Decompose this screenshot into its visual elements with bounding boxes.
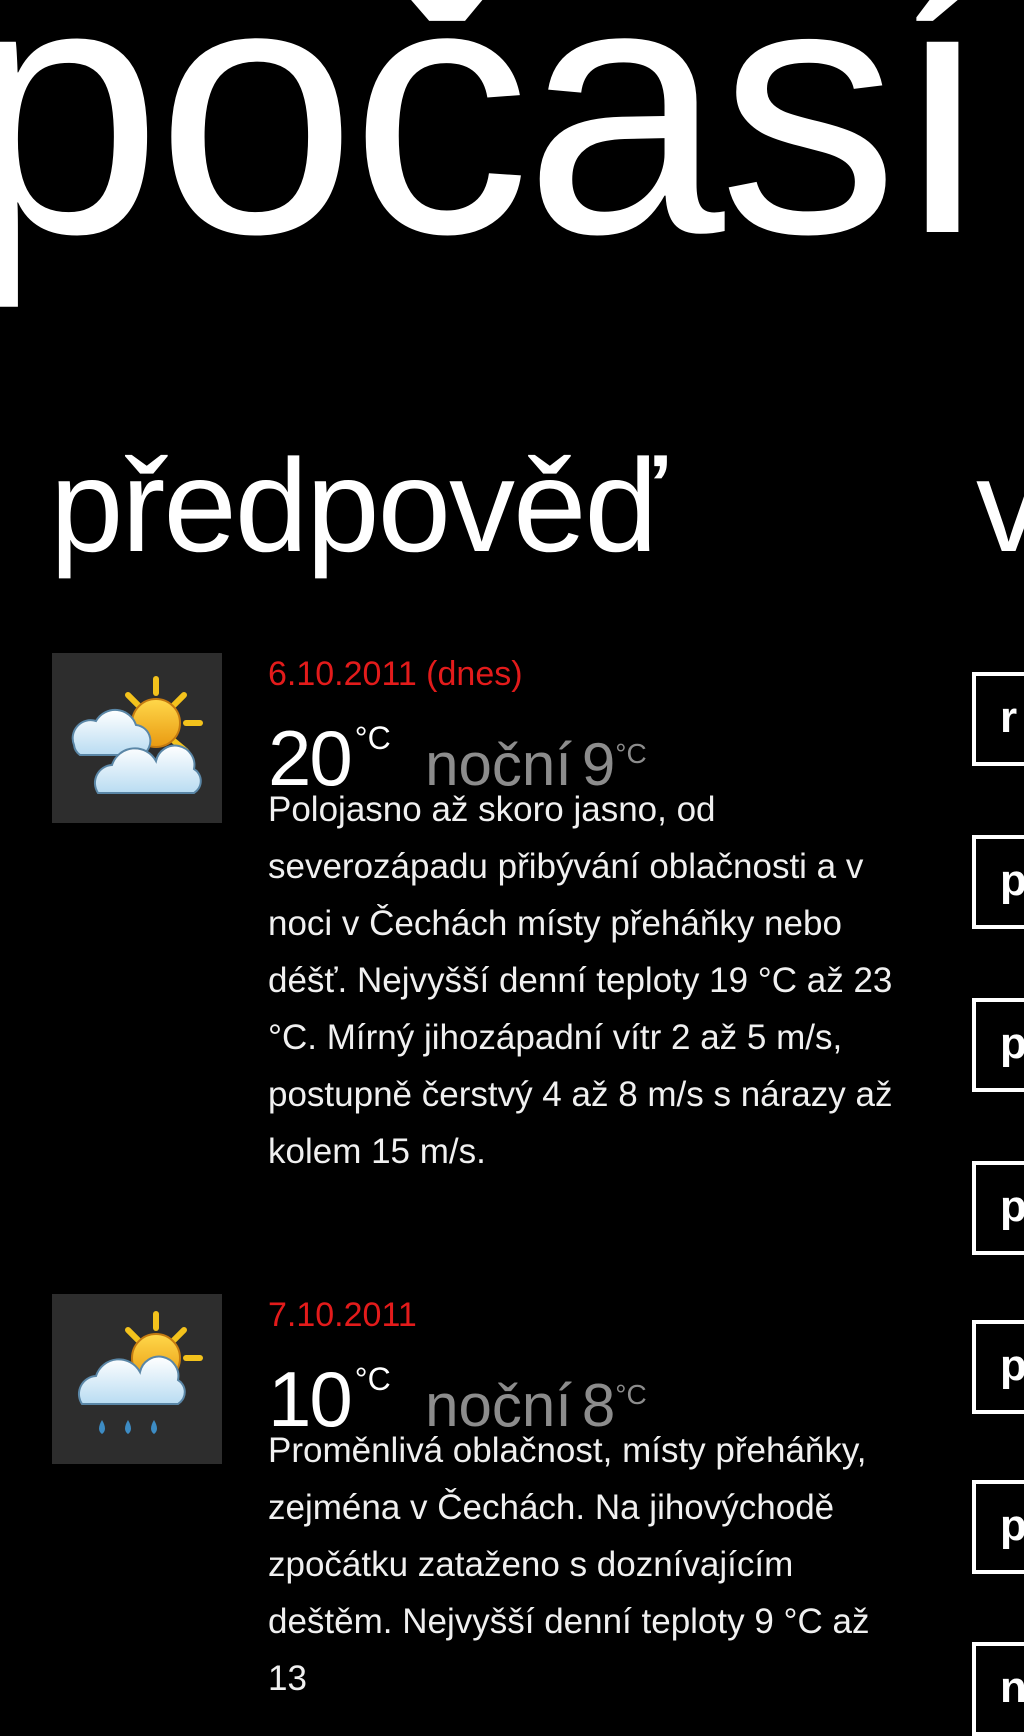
- tile-item[interactable]: n: [972, 1642, 1024, 1736]
- temperature-unit: °C: [354, 1361, 391, 1397]
- tile-item[interactable]: p: [972, 835, 1024, 929]
- forecast-date: 7.10.2011: [268, 1296, 417, 1334]
- section-title-forecast[interactable]: předpověď: [50, 440, 666, 572]
- temperature-row: 20 °C noční 9°C: [268, 699, 918, 798]
- tile-label: r: [1000, 693, 1018, 742]
- forecast-date: 6.10.2011 (dnes): [268, 655, 523, 693]
- tile-label: p: [1000, 856, 1024, 905]
- tile-item[interactable]: p: [972, 1161, 1024, 1255]
- tile-label: p: [1000, 1341, 1024, 1390]
- app-title: počasí: [0, 0, 993, 309]
- night-temperature-unit: °C: [615, 1379, 647, 1410]
- tile-label: p: [1000, 1182, 1024, 1231]
- temperature-row: 10 °C noční 8°C: [268, 1340, 918, 1439]
- tile-label: p: [1000, 1501, 1024, 1550]
- tile-item[interactable]: r: [972, 672, 1024, 766]
- tile-label: p: [1000, 1019, 1024, 1068]
- night-temperature-unit: °C: [615, 738, 647, 769]
- tile-item[interactable]: p: [972, 998, 1024, 1092]
- partly-cloudy-sun-icon: [52, 653, 222, 823]
- forecast-description: Proměnlivá oblačnost, místy přeháňky, ze…: [268, 1431, 870, 1698]
- forecast-description: Polojasno až skoro jasno, od severozápad…: [268, 790, 893, 1171]
- tile-item[interactable]: p: [972, 1480, 1024, 1574]
- tile-item[interactable]: p: [972, 1320, 1024, 1414]
- rain-cloud-sun-icon: [52, 1294, 222, 1464]
- temperature-unit: °C: [354, 720, 391, 756]
- next-section-tiles: r p p p p p n: [972, 0, 1024, 1736]
- tile-label: n: [1000, 1663, 1024, 1712]
